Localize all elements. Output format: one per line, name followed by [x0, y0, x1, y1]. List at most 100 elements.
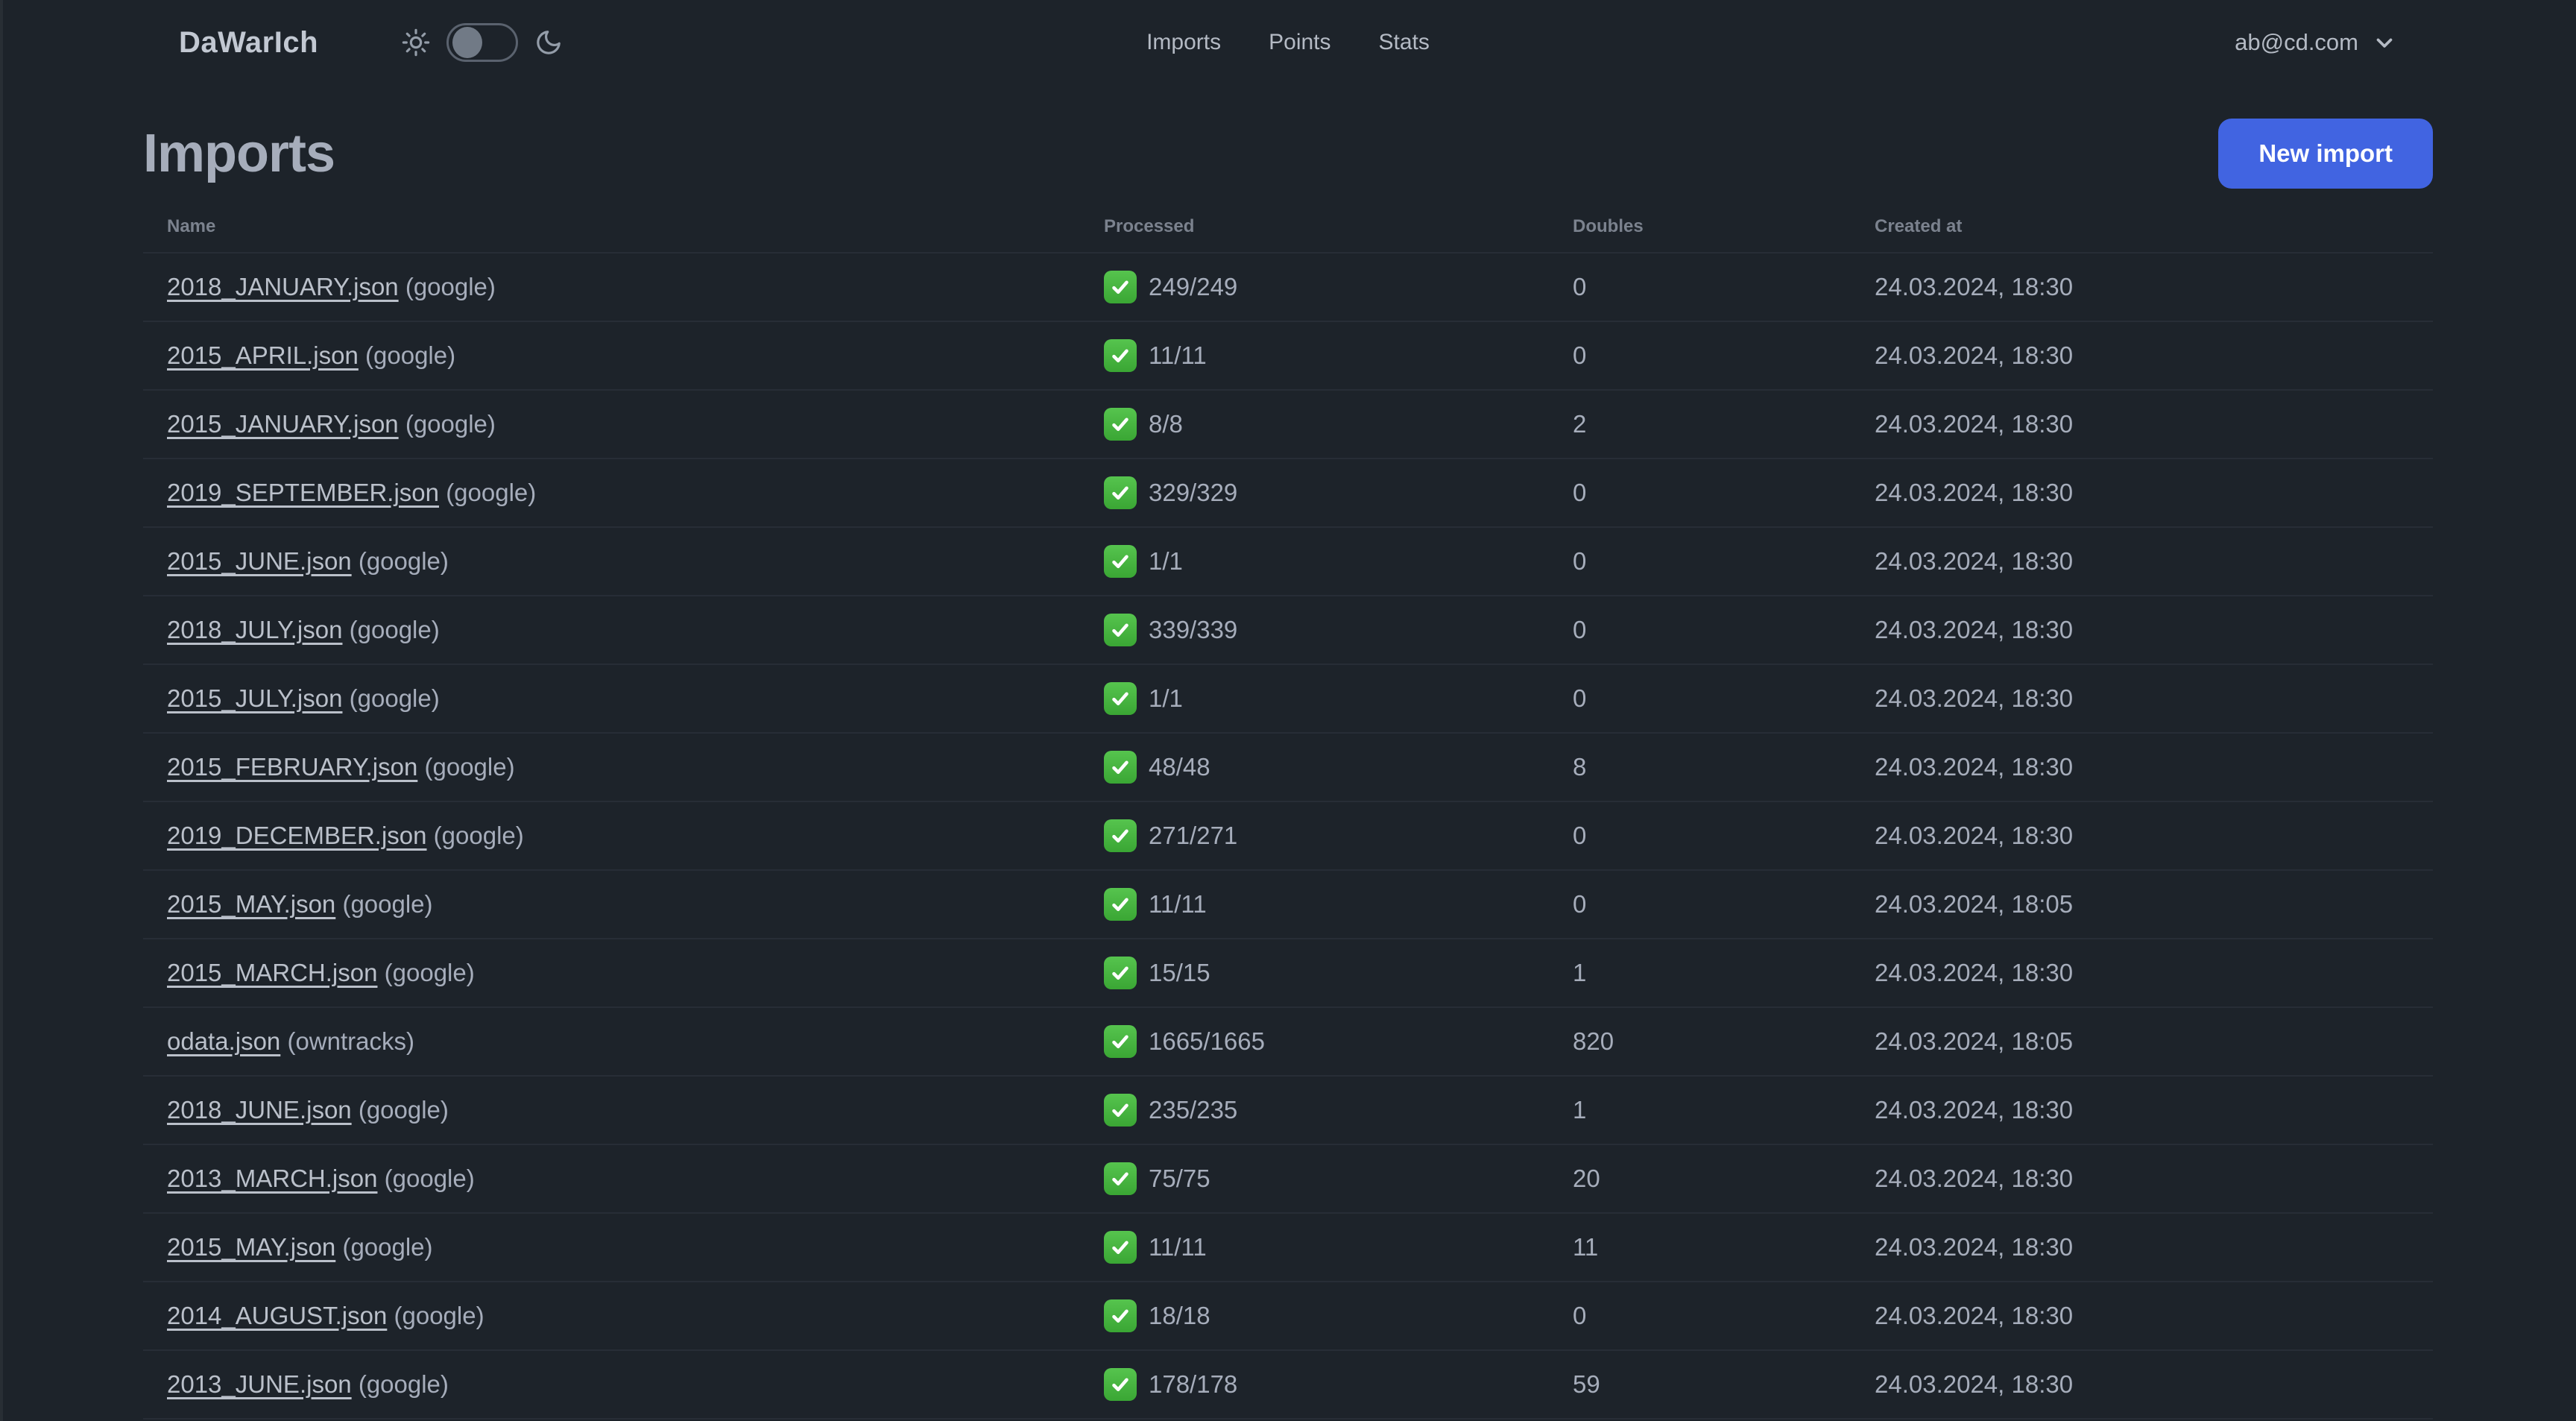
table-row: 2015_MAY.json (google) 11/11 0 24.03.202…	[143, 870, 2433, 939]
table-row: 2019_DECEMBER.json (google) 271/271 0 24…	[143, 801, 2433, 870]
import-source: (google)	[405, 273, 496, 300]
created-at: 24.03.2024, 18:05	[1875, 1027, 2074, 1055]
import-source: (owntracks)	[287, 1027, 414, 1055]
green-check-icon	[1104, 682, 1137, 715]
import-source: (google)	[358, 1370, 449, 1398]
import-file-link[interactable]: 2018_JANUARY.json	[167, 273, 399, 300]
import-source: (google)	[349, 616, 440, 643]
import-file-link[interactable]: 2015_FEBRUARY.json	[167, 753, 417, 781]
import-source: (google)	[446, 479, 537, 506]
table-row: 2018_JANUARY.json (google) 249/249 0 24.…	[143, 253, 2433, 321]
green-check-icon	[1104, 888, 1137, 921]
created-at: 24.03.2024, 18:30	[1875, 1096, 2074, 1124]
created-at: 24.03.2024, 18:30	[1875, 1302, 2074, 1329]
processed-count: 235/235	[1149, 1096, 1238, 1124]
doubles-count: 0	[1573, 273, 1587, 300]
import-file-link[interactable]: 2014_AUGUST.json	[167, 1302, 387, 1329]
nav-link-points[interactable]: Points	[1269, 30, 1330, 55]
processed-count: 339/339	[1149, 616, 1238, 643]
import-file-link[interactable]: 2015_MAY.json	[167, 890, 335, 918]
table-row: 2014_AUGUST.json (google) 18/18 0 24.03.…	[143, 1282, 2433, 1350]
doubles-count: 0	[1573, 890, 1587, 918]
theme-toggle-switch[interactable]	[446, 23, 519, 62]
green-check-icon	[1104, 1162, 1137, 1195]
main-nav: Imports Points Stats	[1146, 0, 1430, 85]
doubles-count: 11	[1573, 1233, 1599, 1261]
chevron-down-icon	[2376, 38, 2393, 48]
green-check-icon	[1104, 1025, 1137, 1058]
doubles-count: 59	[1573, 1370, 1600, 1398]
table-row: 2013_MARCH.json (google) 75/75 20 24.03.…	[143, 1144, 2433, 1213]
green-check-icon	[1104, 819, 1137, 852]
window-edge	[0, 0, 3, 1421]
page-title: Imports	[143, 124, 335, 183]
import-file-link[interactable]: odata.json	[167, 1027, 280, 1055]
import-file-link[interactable]: 2015_MAY.json	[167, 1233, 335, 1261]
processed-count: 15/15	[1149, 959, 1210, 986]
import-source: (google)	[342, 890, 433, 918]
new-import-button[interactable]: New import	[2218, 119, 2433, 189]
import-source: (google)	[384, 1165, 475, 1192]
green-check-icon	[1104, 1368, 1137, 1401]
page-header: Imports New import	[143, 118, 2433, 189]
import-source: (google)	[394, 1302, 484, 1329]
import-source: (google)	[424, 753, 515, 781]
import-file-link[interactable]: 2015_JUNE.json	[167, 547, 352, 575]
import-source: (google)	[365, 341, 456, 369]
import-file-link[interactable]: 2013_MARCH.json	[167, 1165, 377, 1192]
green-check-icon	[1104, 614, 1137, 646]
import-file-link[interactable]: 2015_MARCH.json	[167, 959, 377, 986]
table-row: 2015_MAY.json (google) 11/11 11 24.03.20…	[143, 1213, 2433, 1282]
doubles-count: 0	[1573, 547, 1587, 575]
app-logo[interactable]: DaWarIch	[179, 26, 318, 60]
processed-count: 18/18	[1149, 1302, 1210, 1329]
processed-count: 48/48	[1149, 753, 1210, 781]
import-file-link[interactable]: 2019_SEPTEMBER.json	[167, 479, 439, 506]
created-at: 24.03.2024, 18:30	[1875, 1165, 2074, 1192]
green-check-icon	[1104, 957, 1137, 989]
table-row: 2019_SEPTEMBER.json (google) 329/329 0 2…	[143, 459, 2433, 527]
user-menu[interactable]: ab@cd.com	[2235, 29, 2397, 56]
import-file-link[interactable]: 2015_APRIL.json	[167, 341, 359, 369]
import-source: (google)	[349, 684, 440, 712]
created-at: 24.03.2024, 18:30	[1875, 822, 2074, 849]
nav-link-stats[interactable]: Stats	[1379, 30, 1430, 55]
created-at: 24.03.2024, 18:30	[1875, 410, 2074, 438]
import-source: (google)	[358, 1096, 449, 1124]
green-check-icon	[1104, 339, 1137, 372]
green-check-icon	[1104, 1299, 1137, 1332]
table-row: 2015_APRIL.json (google) 11/11 0 24.03.2…	[143, 321, 2433, 390]
table-row: 2015_MARCH.json (google) 15/15 1 24.03.2…	[143, 939, 2433, 1007]
processed-count: 8/8	[1149, 410, 1183, 438]
import-file-link[interactable]: 2019_DECEMBER.json	[167, 822, 427, 849]
processed-count: 75/75	[1149, 1165, 1210, 1192]
doubles-count: 2	[1573, 410, 1587, 438]
import-file-link[interactable]: 2015_JANUARY.json	[167, 410, 399, 438]
import-source: (google)	[433, 822, 524, 849]
import-file-link[interactable]: 2013_JUNE.json	[167, 1370, 352, 1398]
created-at: 24.03.2024, 18:30	[1875, 684, 2074, 712]
import-file-link[interactable]: 2015_JULY.json	[167, 684, 342, 712]
user-email: ab@cd.com	[2235, 29, 2358, 55]
import-file-link[interactable]: 2018_JUNE.json	[167, 1096, 352, 1124]
created-at: 24.03.2024, 18:30	[1875, 753, 2074, 781]
green-check-icon	[1104, 751, 1137, 784]
processed-count: 178/178	[1149, 1370, 1238, 1398]
doubles-count: 20	[1573, 1165, 1600, 1192]
processed-count: 11/11	[1149, 341, 1207, 369]
created-at: 24.03.2024, 18:30	[1875, 547, 2074, 575]
doubles-count: 0	[1573, 479, 1587, 506]
doubles-count: 0	[1573, 341, 1587, 369]
table-row: 2018_JUNE.json (google) 235/235 1 24.03.…	[143, 1076, 2433, 1144]
processed-count: 11/11	[1149, 890, 1207, 918]
created-at: 24.03.2024, 18:30	[1875, 479, 2074, 506]
navbar: DaWarIch Imports Points Stats ab@cd.com	[0, 0, 2576, 85]
nav-link-imports[interactable]: Imports	[1146, 30, 1221, 55]
processed-count: 1665/1665	[1149, 1027, 1265, 1055]
import-file-link[interactable]: 2018_JULY.json	[167, 616, 342, 643]
green-check-icon	[1104, 476, 1137, 509]
created-at: 24.03.2024, 18:30	[1875, 616, 2074, 643]
moon-icon	[537, 31, 561, 54]
doubles-count: 0	[1573, 822, 1587, 849]
column-header-name: Name	[167, 216, 216, 236]
